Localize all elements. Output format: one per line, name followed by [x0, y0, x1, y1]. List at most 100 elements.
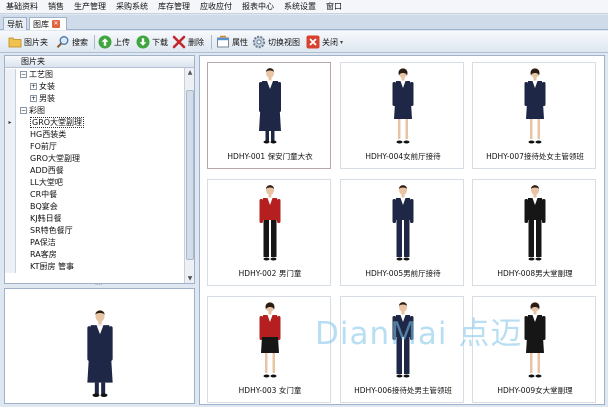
tree-node[interactable]: PA保洁 — [17, 237, 184, 249]
close-tab-icon[interactable]: ✕ — [52, 20, 60, 28]
download-button[interactable]: 下载 — [136, 34, 168, 50]
scroll-down-arrow-icon[interactable]: ▼ — [186, 274, 194, 283]
document-tabs: 导航 图库 ✕ — [0, 15, 608, 30]
menu-sales[interactable]: 销售 — [48, 1, 64, 12]
row-indicator — [5, 177, 16, 189]
chevron-down-icon[interactable]: ▾ — [340, 39, 343, 46]
toolbar: 图片夹 搜索 上传 下载 删除 属性 切换视图 关闭 ▾ — [0, 31, 608, 53]
tree-node[interactable]: LL大堂吧 — [17, 177, 184, 189]
menu-inventory[interactable]: 库存管理 — [158, 1, 190, 12]
upload-arrow-icon — [98, 35, 112, 49]
search-button[interactable]: 搜索 — [56, 34, 88, 50]
row-indicator — [5, 213, 16, 225]
tree-node-label: GRO大堂副理 — [30, 154, 81, 163]
row-indicator — [5, 129, 16, 141]
switch-view-button-label: 切换视图 — [268, 37, 300, 47]
tab-gallery[interactable]: 图库 ✕ — [29, 17, 67, 30]
thumbnail-caption: HDHY-009女大堂副理 — [497, 386, 573, 395]
close-button[interactable]: 关闭 ▾ — [306, 34, 343, 50]
menu-reports[interactable]: 报表中心 — [242, 1, 274, 12]
gallery-thumbnail[interactable]: HDHY-006接待处男主管领班 — [340, 296, 464, 403]
properties-button-label: 属性 — [232, 37, 248, 47]
row-indicator — [5, 153, 16, 165]
thumbnail-caption: HDHY-003 女门童 — [238, 386, 302, 395]
expand-icon[interactable]: + — [30, 83, 37, 90]
thumbnail-caption: HDHY-004女前厅接待 — [365, 152, 441, 161]
gallery-thumbnail[interactable]: HDHY-001 保安门童大衣 — [207, 62, 331, 169]
tree-node[interactable]: GRO大堂副理 — [17, 153, 184, 165]
scroll-up-arrow-icon[interactable]: ▲ — [186, 68, 194, 77]
row-indicator: ▸ — [5, 117, 16, 129]
properties-icon — [216, 35, 230, 49]
toolbar-separator — [211, 35, 212, 49]
search-icon — [56, 35, 70, 49]
tree-scrollbar[interactable]: ▲ ▼ — [184, 68, 194, 283]
menu-bar: 基础资料 销售 生产管理 采购系统 库存管理 应收应付 报表中心 系统设置 窗口 — [0, 0, 608, 14]
gallery-thumbnail[interactable]: HDHY-002 男门童 — [207, 179, 331, 286]
expand-icon[interactable]: + — [30, 95, 37, 102]
uniform-figure — [392, 68, 414, 144]
row-indicator — [5, 201, 16, 213]
thumbnail-caption: HDHY-006接待处男主管领班 — [354, 386, 452, 395]
tree-node[interactable]: + 男装 — [17, 93, 184, 105]
menu-settings[interactable]: 系统设置 — [284, 1, 316, 12]
delete-button[interactable]: 删除 — [172, 34, 204, 50]
uniform-figure — [259, 185, 281, 261]
tree-node[interactable]: GRO大堂副理 — [17, 117, 184, 129]
properties-button[interactable]: 属性 — [216, 34, 248, 50]
gallery-thumbnail[interactable]: HDHY-003 女门童 — [207, 296, 331, 403]
row-indicator — [5, 93, 16, 105]
tree-node[interactable]: BQ宴会 — [17, 201, 184, 213]
thumbnail-caption: HDHY-001 保安门童大衣 — [227, 152, 313, 161]
scrollbar-thumb[interactable] — [186, 90, 194, 260]
thumbnail-image — [473, 67, 597, 147]
collapse-icon[interactable]: − — [20, 107, 27, 114]
thumbnail-image — [341, 184, 465, 264]
tab-label: 导航 — [7, 19, 23, 29]
row-indicator — [5, 249, 16, 261]
tree-node-label: 彩图 — [29, 106, 45, 115]
menu-basic-data[interactable]: 基础资料 — [6, 1, 38, 12]
tree-node[interactable]: − 彩图 — [17, 105, 184, 117]
menu-purchasing[interactable]: 采购系统 — [116, 1, 148, 12]
tree-node-label: CR中餐 — [30, 190, 58, 199]
tree-node[interactable]: CR中餐 — [17, 189, 184, 201]
tree-node[interactable]: ADD西餐 — [17, 165, 184, 177]
search-button-label: 搜索 — [72, 37, 88, 47]
upload-button-label: 上传 — [114, 37, 130, 47]
gallery-thumbnail[interactable]: HDHY-004女前厅接待 — [340, 62, 464, 169]
menu-production[interactable]: 生产管理 — [74, 1, 106, 12]
tree-node-label: 工艺图 — [29, 70, 53, 79]
menu-receivables[interactable]: 应收应付 — [200, 1, 232, 12]
menu-window[interactable]: 窗口 — [326, 1, 342, 12]
tree-node[interactable]: SR特色餐厅 — [17, 225, 184, 237]
upload-button[interactable]: 上传 — [98, 34, 130, 50]
delete-button-label: 删除 — [188, 37, 204, 47]
thumbnail-image — [208, 67, 332, 147]
tree-node-label: KT厨房 管事 — [30, 262, 75, 271]
gallery-thumbnail[interactable]: HDHY-007接待处女主管领班 — [472, 62, 596, 169]
tree-node[interactable]: + 女装 — [17, 81, 184, 93]
collapse-icon[interactable]: − — [20, 71, 27, 78]
tree-node[interactable]: − 工艺图 — [17, 69, 184, 81]
tree-node[interactable]: HG西装类 — [17, 129, 184, 141]
tree-node-label: BQ宴会 — [30, 202, 58, 211]
uniform-figure — [524, 185, 546, 261]
uniform-figure — [524, 68, 546, 144]
gallery-thumbnail[interactable]: HDHY-005男前厅接待 — [340, 179, 464, 286]
uniform-figure — [259, 68, 281, 144]
image-preview-panel — [4, 288, 195, 404]
row-indicator — [5, 237, 16, 249]
tree-node[interactable]: RA客房 — [17, 249, 184, 261]
toolbar-separator — [94, 35, 95, 49]
gallery-thumbnail[interactable]: HDHY-009女大堂副理 — [472, 296, 596, 403]
gallery-thumbnail[interactable]: HDHY-008男大堂副理 — [472, 179, 596, 286]
preview-figure — [87, 310, 113, 397]
tree-node[interactable]: FO前厅 — [17, 141, 184, 153]
folder-button[interactable]: 图片夹 — [8, 34, 48, 50]
switch-view-button[interactable]: 切换视图 — [252, 34, 300, 50]
tree-node[interactable]: KJ韩日餐 — [17, 213, 184, 225]
tab-navigation[interactable]: 导航 — [3, 17, 27, 30]
tree-node[interactable]: KT厨房 管事 — [17, 261, 184, 273]
tree-node-label: PA保洁 — [30, 238, 56, 247]
